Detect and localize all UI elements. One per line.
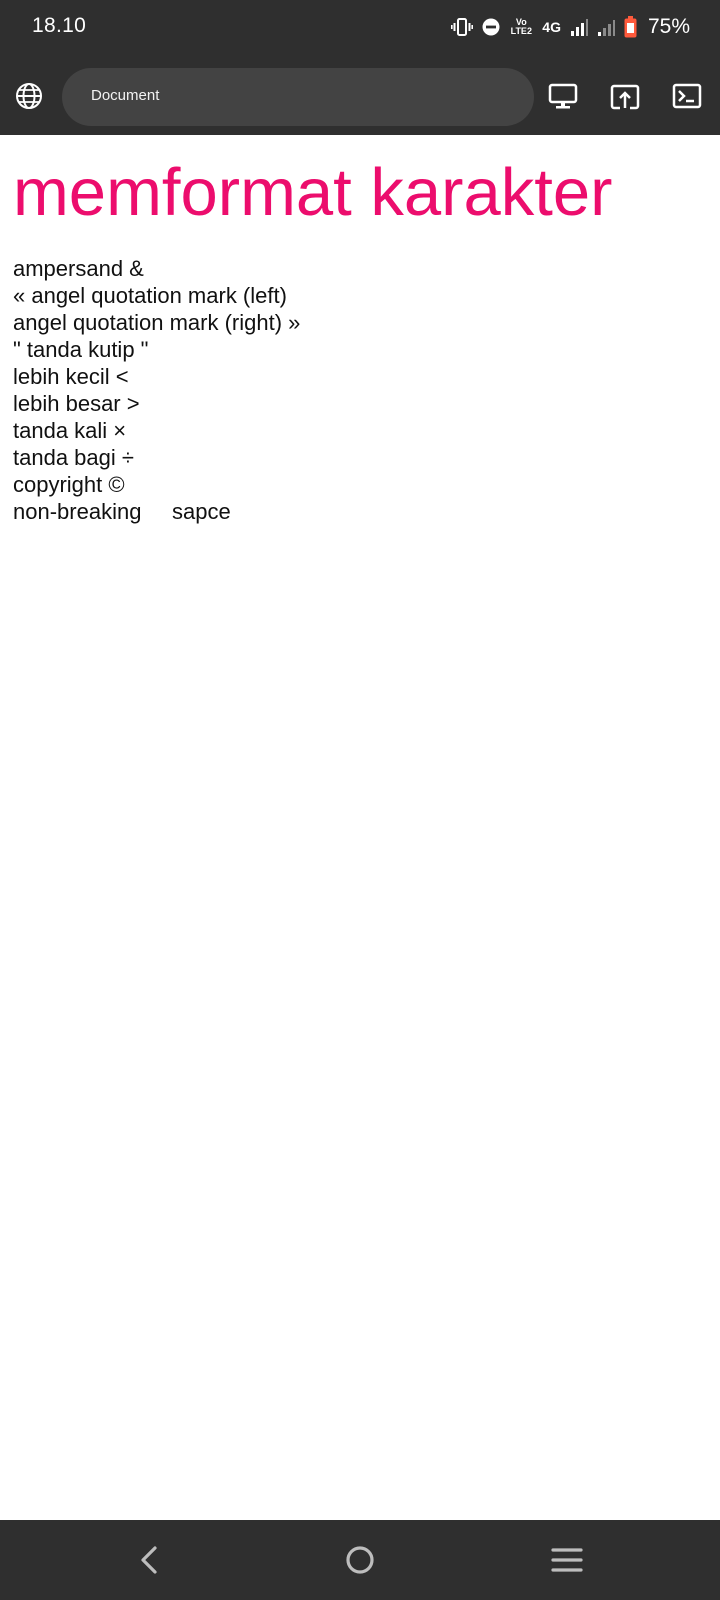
- address-bar[interactable]: Document: [62, 68, 534, 126]
- list-item: angel quotation mark (right) »: [13, 310, 301, 335]
- list-item: « angel quotation mark (left): [13, 283, 287, 308]
- back-icon[interactable]: [130, 1540, 170, 1580]
- list-item: tanda kali ×: [13, 418, 127, 443]
- browser-toolbar: Document: [0, 55, 720, 135]
- battery-percent: 75%: [647, 15, 690, 38]
- status-time: 18.10: [32, 14, 87, 37]
- list-item: non-breaking sapce: [13, 499, 231, 524]
- desktop-mode-icon[interactable]: [547, 80, 579, 112]
- system-nav-bar: [0, 1520, 720, 1600]
- status-bar: 18.10 Vo LTE2 4G 75%: [0, 0, 720, 55]
- globe-icon[interactable]: [14, 81, 44, 111]
- network-type: 4G: [542, 19, 561, 35]
- list-item: tanda bagi ÷: [13, 445, 134, 470]
- recents-menu-icon[interactable]: [547, 1540, 587, 1580]
- list-item: ampersand &: [13, 256, 144, 281]
- page-title: memformat karakter: [13, 155, 613, 230]
- battery-icon: [624, 16, 637, 38]
- list-item: copyright ©: [13, 472, 125, 497]
- character-list: ampersand & « angel quotation mark (left…: [13, 255, 300, 525]
- signal-icon-sim2: [597, 20, 615, 36]
- volte-icon: Vo LTE2: [510, 17, 532, 36]
- console-icon[interactable]: [671, 80, 703, 112]
- list-item: " tanda kutip ": [13, 337, 149, 362]
- list-item: lebih besar >: [13, 391, 140, 416]
- home-icon[interactable]: [340, 1540, 380, 1580]
- status-icons: Vo LTE2 4G 75%: [451, 12, 690, 42]
- share-upload-icon[interactable]: [609, 80, 641, 112]
- vibrate-icon: [451, 18, 474, 36]
- address-bar-text: Document: [91, 87, 160, 104]
- web-page-content: memformat karakter ampersand & « angel q…: [0, 135, 720, 1520]
- list-item: lebih kecil <: [13, 364, 129, 389]
- signal-icon: [570, 19, 588, 36]
- do-not-disturb-icon: [482, 18, 500, 36]
